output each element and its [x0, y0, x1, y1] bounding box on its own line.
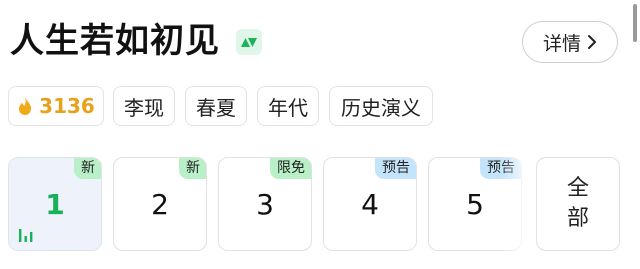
tag-genre[interactable]: 历史演义 — [329, 86, 433, 126]
episode-tile-1[interactable]: 新 1 — [8, 157, 102, 251]
episode-tile-5[interactable]: 预告 5 — [428, 157, 522, 251]
chevron-right-icon — [587, 34, 597, 50]
detail-button-label: 详情 — [542, 32, 581, 55]
show-title: 人生若如初见 — [10, 21, 220, 61]
all-episodes-label-2: 部 — [566, 206, 589, 231]
episode-badge: 新 — [74, 158, 101, 179]
episode-number: 3 — [256, 188, 274, 221]
flame-icon — [17, 96, 33, 116]
episode-number: 5 — [466, 188, 484, 221]
episode-number: 4 — [361, 188, 379, 221]
heat-tag[interactable]: 3136 — [8, 86, 104, 126]
episode-badge: 预告 — [375, 158, 416, 179]
scrollbar[interactable] — [633, 4, 637, 42]
tag-era[interactable]: 年代 — [257, 86, 319, 126]
episode-tile-2[interactable]: 新 2 — [113, 157, 207, 251]
episode-tile-3[interactable]: 限免 3 — [218, 157, 312, 251]
all-episodes-label-1: 全 — [566, 176, 589, 201]
tag-season[interactable]: 春夏 — [185, 86, 247, 126]
heat-value: 3136 — [39, 94, 95, 118]
episode-badge: 限免 — [270, 158, 311, 179]
episode-number: 2 — [151, 188, 169, 221]
drama-detail-panel: 人生若如初见 详情 3136 李现 春夏 年代 历史演义 新 1 新 2 限免 … — [0, 0, 640, 269]
detail-button[interactable]: 详情 — [522, 21, 618, 63]
vip-play-badge-icon — [236, 29, 262, 55]
playing-bars-icon — [18, 227, 34, 243]
tag-actor[interactable]: 李现 — [113, 86, 175, 126]
episode-badge: 新 — [179, 158, 206, 179]
episode-tile-4[interactable]: 预告 4 — [323, 157, 417, 251]
episode-badge: 预告 — [480, 158, 521, 179]
episode-number: 1 — [45, 188, 65, 221]
all-episodes-button[interactable]: 全 部 — [536, 157, 620, 251]
